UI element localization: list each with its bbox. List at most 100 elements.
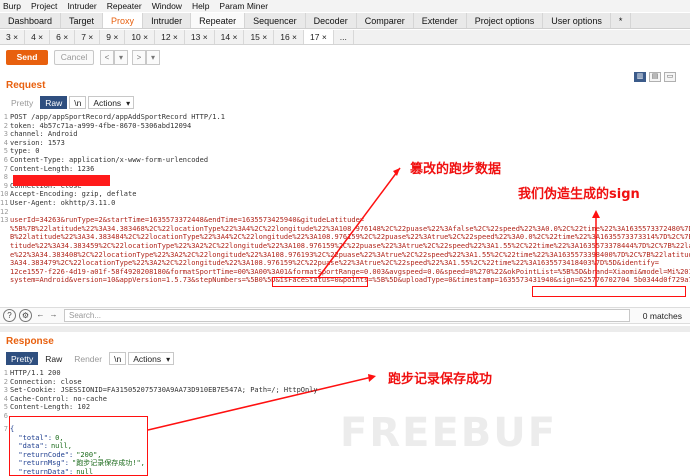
tab-pretty[interactable]: Pretty (6, 96, 38, 109)
repeater-tab[interactable]: 14 × (215, 30, 245, 44)
line-text: e%22%3A34.383408%2C%22locationType%22%3A… (10, 250, 690, 259)
line-number (0, 233, 10, 242)
line-text: Content-Type: application/x-www-form-url… (10, 155, 209, 164)
split-vertical-icon[interactable]: ▤ (649, 72, 661, 82)
code-line: %5B%7B%22latitude%22%3A34.383468%2C%22lo… (0, 225, 690, 234)
menu-item[interactable]: Burp (3, 1, 21, 11)
repeater-tab[interactable]: 7 × (75, 30, 101, 44)
line-number: 12 (0, 207, 9, 216)
line-number: 11 (0, 198, 9, 207)
tab-newline[interactable]: \n (69, 96, 87, 109)
forged-sign-annotation: 我们伪造生成的sign (518, 187, 640, 202)
menu-item[interactable]: Help (192, 1, 209, 11)
cancel-button[interactable]: Cancel (54, 49, 94, 65)
tab-intruder[interactable]: Intruder (143, 13, 192, 28)
tab-newline[interactable]: \n (109, 352, 127, 365)
tab-raw[interactable]: Raw (40, 352, 67, 365)
line-number: 6 (3, 155, 8, 164)
tab-sequencer[interactable]: Sequencer (245, 13, 306, 28)
line-number: 1 (3, 113, 8, 121)
response-body-box (9, 416, 148, 476)
prev-request-button[interactable]: < (100, 49, 114, 65)
menu-item[interactable]: Param Miner (219, 1, 268, 11)
repeater-tab[interactable]: 6 × (50, 30, 76, 44)
saved-annotation: 跑步记录保存成功 (388, 372, 493, 387)
request-title: Request (6, 80, 46, 91)
code-line: titude%22%3A34.383459%2C%22locationType%… (0, 242, 690, 251)
repeater-tab[interactable]: 10 × (125, 30, 156, 44)
line-text: titude%22%3A34.383459%2C%22locationType%… (10, 241, 690, 250)
search-input[interactable]: Search... (64, 309, 630, 322)
tab--[interactable]: * (611, 13, 632, 28)
repeater-toolbar: Send Cancel < ▾ > ▾ (0, 46, 690, 68)
repeater-tab[interactable]: 12 × (155, 30, 185, 44)
main-tabs: Dashboard Target Proxy Intruder Repeater Sequ… (0, 13, 690, 29)
line-text: HTTP/1.1 200 (10, 369, 61, 377)
tab-comparer[interactable]: Comparer (357, 13, 414, 28)
line-number: 3 (3, 386, 8, 395)
line-text: Connection: close (10, 377, 82, 386)
response-title: Response (6, 336, 54, 347)
code-line: 5 type: 0 (0, 147, 690, 156)
line-text (10, 208, 690, 217)
code-line: 13 userId=34263&runType=2&startTime=16355… (0, 216, 690, 225)
next-request-button[interactable]: > (132, 49, 146, 65)
settings-icon[interactable]: ⚙ (19, 309, 32, 322)
line-text: Cache-Control: no-cache (10, 394, 107, 403)
tab-project-options[interactable]: Project options (467, 13, 544, 28)
line-text: 12ce1557-f226-4d19-a01f-58f4920208180&fo… (10, 267, 690, 276)
line-text: POST /app/appSportRecord/appAddSportReco… (10, 113, 225, 121)
line-text: Set-Cookie: JSESSIONID=FA315052075730A9A… (10, 386, 318, 395)
help-icon[interactable]: ? (3, 309, 16, 322)
menu-item[interactable]: Intruder (67, 1, 96, 11)
next-dropdown-icon[interactable]: ▾ (146, 49, 160, 65)
redaction-bar (13, 175, 110, 186)
send-button[interactable]: Send (6, 49, 48, 65)
next-match-icon[interactable]: → (47, 309, 60, 322)
repeater-tab[interactable]: 17 × (304, 30, 334, 44)
actions-dropdown[interactable]: Actions (88, 96, 135, 110)
tab-dashboard[interactable]: Dashboard (0, 13, 62, 28)
code-line: 2 token: 4b57c71a-a999-4fbe-8670-5306abd1… (0, 122, 690, 131)
line-text: 3A34.383479%2C%22locationType%22%3A2%2C%… (10, 259, 660, 268)
tab-repeater[interactable]: Repeater (191, 13, 246, 28)
tab-pretty[interactable]: Pretty (6, 352, 39, 365)
tab-proxy[interactable]: Proxy (103, 13, 144, 28)
prev-match-icon[interactable]: ← (34, 309, 47, 322)
tab-user-options[interactable]: User options (543, 13, 611, 28)
repeater-tab[interactable]: 16 × (274, 30, 304, 44)
tab-raw[interactable]: Raw (40, 96, 68, 109)
line-number: 5 (3, 403, 8, 412)
repeater-tab[interactable]: 4 × (25, 30, 51, 44)
menu-item[interactable]: Repeater (107, 1, 142, 11)
repeater-tab[interactable]: ... (334, 30, 354, 44)
line-number (0, 225, 10, 234)
line-text: %5B%7B%22latitude%22%3A34.383468%2C%22lo… (10, 224, 690, 233)
line-number: 10 (0, 190, 9, 199)
line-text: userId=34263&runType=2&startTime=1635573… (10, 216, 365, 225)
line-number (0, 242, 10, 251)
actions-dropdown[interactable]: Actions (128, 352, 175, 366)
single-pane-icon[interactable]: ▭ (664, 72, 676, 82)
code-line: 3 channel: Android (0, 130, 690, 139)
tab-render[interactable]: Render (69, 352, 107, 365)
line-number (0, 276, 10, 285)
code-line: 4 Cache-Control: no-cache (0, 395, 690, 404)
menu-item[interactable]: Project (31, 1, 57, 11)
repeater-tab[interactable]: 3 × (0, 30, 26, 44)
repeater-tab[interactable]: 15 × (244, 30, 275, 44)
request-view-tabs: Pretty Raw \n Actions (6, 96, 136, 110)
line-number (0, 259, 10, 268)
repeater-tab[interactable]: 9 × (100, 30, 126, 44)
pane-divider[interactable] (0, 326, 690, 332)
split-horizontal-icon[interactable]: ▥ (634, 72, 646, 82)
tab-target[interactable]: Target (61, 13, 104, 28)
tab-decoder[interactable]: Decoder (306, 13, 357, 28)
line-number: 8 (3, 173, 8, 182)
repeater-tab[interactable]: 13 × (185, 30, 215, 44)
prev-dropdown-icon[interactable]: ▾ (114, 49, 128, 65)
menu-item[interactable]: Window (152, 1, 182, 11)
menu-bar: Burp Project Intruder Repeater Window Help Par… (0, 0, 690, 12)
code-line: 3A34.383479%2C%22locationType%22%3A2%2C%… (0, 259, 690, 268)
tab-extender[interactable]: Extender (414, 13, 467, 28)
